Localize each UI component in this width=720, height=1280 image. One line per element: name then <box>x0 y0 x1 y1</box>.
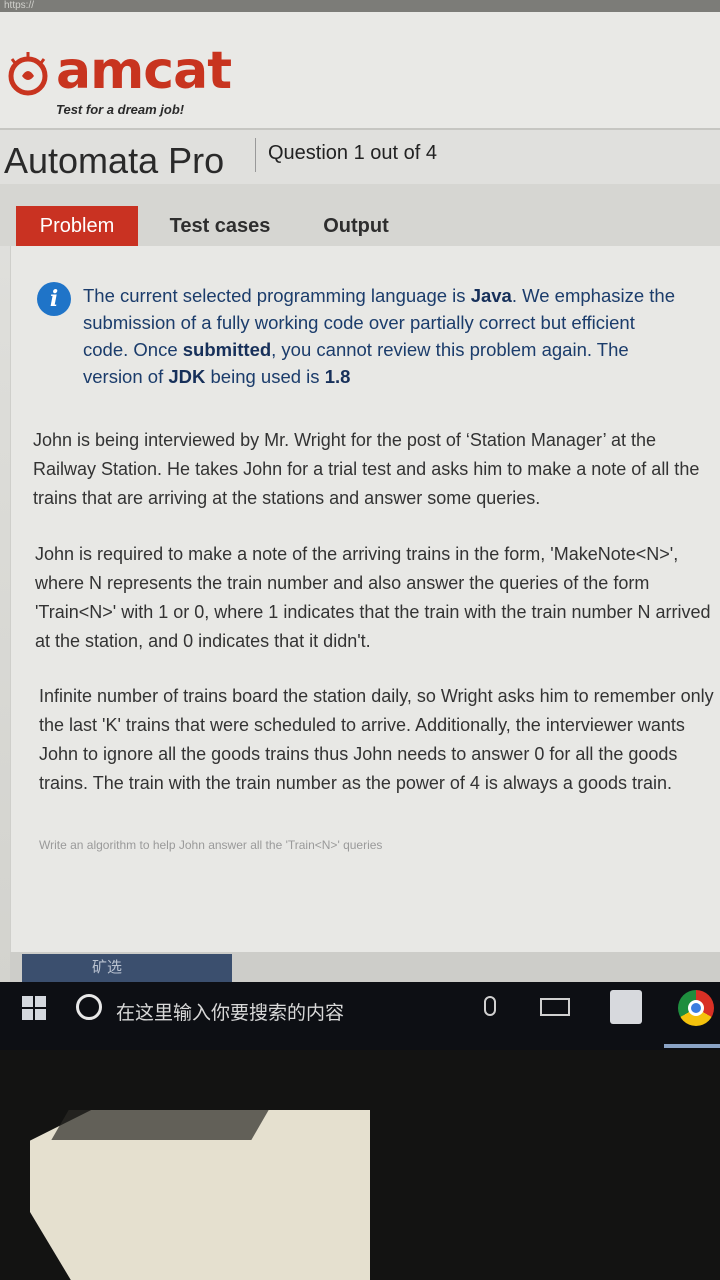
chrome-icon[interactable] <box>678 990 714 1026</box>
task-view-icon[interactable] <box>540 998 570 1016</box>
tab-output[interactable]: Output <box>296 206 416 246</box>
logo-swirl-icon <box>8 52 48 96</box>
keyboard-shadow <box>51 1110 269 1140</box>
test-title-bar: Automata Pro Question 1 out of 4 <box>0 128 720 184</box>
problem-paragraph-1: John is being interviewed by Mr. Wright … <box>33 430 700 508</box>
browser-url-strip: https:// <box>0 0 720 12</box>
brand-name: amcat <box>56 41 232 101</box>
problem-paragraph-4: Write an algorithm to help John answer a… <box>39 838 383 852</box>
microphone-icon[interactable] <box>484 996 496 1016</box>
tab-test-cases[interactable]: Test cases <box>150 206 290 246</box>
notice-text: The current selected programming languag… <box>83 282 683 390</box>
brand-tagline: Test for a dream job! <box>56 102 185 117</box>
problem-paragraph-3: Infinite number of trains board the stat… <box>39 686 714 793</box>
taskbar-thumbnail[interactable]: 矿选 <box>22 954 232 982</box>
amcat-logo[interactable]: amcat Test for a dream job! <box>4 40 264 120</box>
info-icon: i <box>37 282 71 316</box>
site-header: amcat Test for a dream job! <box>0 12 720 128</box>
product-title: Automata Pro <box>4 140 225 181</box>
notice-text-1: The current selected programming languag… <box>83 285 471 306</box>
notice-jdk: JDK <box>168 366 206 387</box>
active-app-indicator <box>664 1044 720 1048</box>
tab-bar: Problem Test cases Output <box>0 184 720 246</box>
screen: https:// amcat Test for a dream job! Aut… <box>0 0 720 1050</box>
notice-text-4: being used is <box>205 366 325 387</box>
title-divider <box>255 138 256 172</box>
url-text: https:// <box>4 0 35 11</box>
notice-language: Java <box>470 285 512 306</box>
windows-start-icon[interactable] <box>22 996 46 1020</box>
question-counter: Question 1 out of 4 <box>268 142 438 164</box>
tab-problem[interactable]: Problem <box>16 206 138 246</box>
store-icon[interactable] <box>610 990 642 1024</box>
taskbar-search-input[interactable]: 在这里输入你要搜索的内容 <box>116 998 344 1025</box>
windows-taskbar: 在这里输入你要搜索的内容 <box>0 982 720 1050</box>
cortana-icon[interactable] <box>76 994 102 1020</box>
notice-version: 1.8 <box>324 366 351 387</box>
notice-submitted: submitted <box>182 339 272 360</box>
problem-paragraph-2: John is required to make a note of the a… <box>35 544 711 651</box>
problem-panel[interactable]: i The current selected programming langu… <box>10 246 720 952</box>
